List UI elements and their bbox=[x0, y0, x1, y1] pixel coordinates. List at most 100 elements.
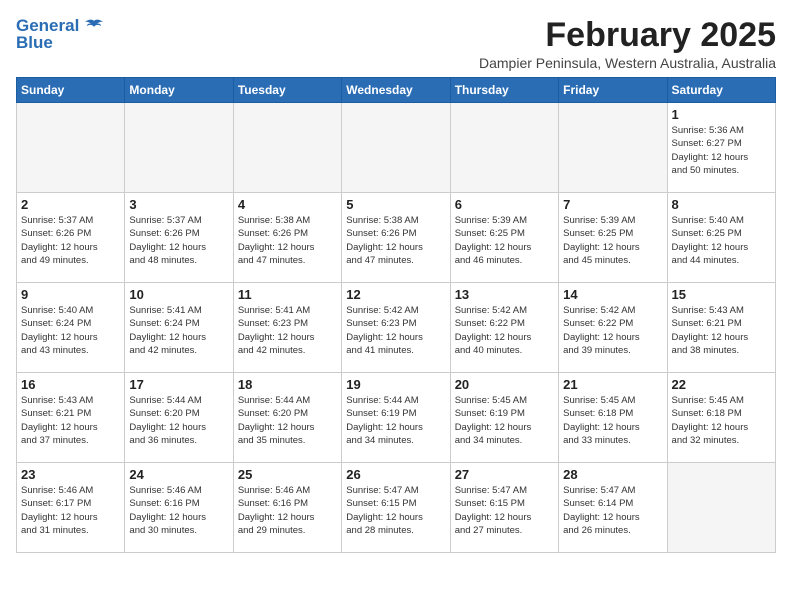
day-number: 23 bbox=[21, 467, 120, 482]
calendar-cell: 22 Sunrise: 5:45 AM Sunset: 6:18 PM Dayli… bbox=[667, 373, 775, 463]
day-info: Sunrise: 5:47 AM Sunset: 6:14 PM Dayligh… bbox=[563, 484, 662, 537]
day-number: 17 bbox=[129, 377, 228, 392]
calendar-week-row: 16 Sunrise: 5:43 AM Sunset: 6:21 PM Dayli… bbox=[17, 373, 776, 463]
day-info: Sunrise: 5:45 AM Sunset: 6:19 PM Dayligh… bbox=[455, 394, 554, 447]
day-number: 6 bbox=[455, 197, 554, 212]
day-number: 20 bbox=[455, 377, 554, 392]
day-info: Sunrise: 5:44 AM Sunset: 6:19 PM Dayligh… bbox=[346, 394, 445, 447]
calendar-cell: 17 Sunrise: 5:44 AM Sunset: 6:20 PM Dayli… bbox=[125, 373, 233, 463]
weekday-header: Thursday bbox=[450, 78, 558, 103]
day-info: Sunrise: 5:39 AM Sunset: 6:25 PM Dayligh… bbox=[455, 214, 554, 267]
day-info: Sunrise: 5:41 AM Sunset: 6:24 PM Dayligh… bbox=[129, 304, 228, 357]
calendar-cell: 3Sunrise: 5:37 AM Sunset: 6:26 PM Daylig… bbox=[125, 193, 233, 283]
day-info: Sunrise: 5:36 AM Sunset: 6:27 PM Dayligh… bbox=[672, 124, 771, 177]
calendar-cell: 4 Sunrise: 5:38 AM Sunset: 6:26 PM Daylig… bbox=[233, 193, 341, 283]
day-number: 3 bbox=[129, 197, 228, 212]
day-number: 15 bbox=[672, 287, 771, 302]
day-number: 7 bbox=[563, 197, 662, 212]
day-number: 18 bbox=[238, 377, 337, 392]
calendar-cell: 14 Sunrise: 5:42 AM Sunset: 6:22 PM Dayli… bbox=[559, 283, 667, 373]
calendar-cell: 1 Sunrise: 5:36 AM Sunset: 6:27 PM Daylig… bbox=[667, 103, 775, 193]
weekday-header: Tuesday bbox=[233, 78, 341, 103]
day-info: Sunrise: 5:41 AM Sunset: 6:23 PM Dayligh… bbox=[238, 304, 337, 357]
weekday-header: Monday bbox=[125, 78, 233, 103]
calendar-cell: 15 Sunrise: 5:43 AM Sunset: 6:21 PM Dayli… bbox=[667, 283, 775, 373]
logo: General Blue bbox=[16, 16, 103, 53]
calendar-cell: 2 Sunrise: 5:37 AM Sunset: 6:26 PM Daylig… bbox=[17, 193, 125, 283]
day-number: 24 bbox=[129, 467, 228, 482]
logo-blue: Blue bbox=[16, 33, 53, 52]
calendar-cell: 11 Sunrise: 5:41 AM Sunset: 6:23 PM Dayli… bbox=[233, 283, 341, 373]
weekday-header: Saturday bbox=[667, 78, 775, 103]
day-number: 4 bbox=[238, 197, 337, 212]
day-number: 19 bbox=[346, 377, 445, 392]
weekday-header: Friday bbox=[559, 78, 667, 103]
day-info: Sunrise: 5:43 AM Sunset: 6:21 PM Dayligh… bbox=[672, 304, 771, 357]
day-number: 27 bbox=[455, 467, 554, 482]
calendar-cell: 5 Sunrise: 5:38 AM Sunset: 6:26 PM Daylig… bbox=[342, 193, 450, 283]
calendar-cell: 20 Sunrise: 5:45 AM Sunset: 6:19 PM Dayli… bbox=[450, 373, 558, 463]
logo-bird-icon bbox=[85, 19, 103, 35]
day-number: 12 bbox=[346, 287, 445, 302]
day-number: 22 bbox=[672, 377, 771, 392]
calendar-cell bbox=[125, 103, 233, 193]
day-number: 21 bbox=[563, 377, 662, 392]
day-info: Sunrise: 5:38 AM Sunset: 6:26 PM Dayligh… bbox=[238, 214, 337, 267]
calendar-cell: 24Sunrise: 5:46 AM Sunset: 6:16 PM Dayli… bbox=[125, 463, 233, 553]
day-number: 26 bbox=[346, 467, 445, 482]
day-info: Sunrise: 5:45 AM Sunset: 6:18 PM Dayligh… bbox=[672, 394, 771, 447]
calendar-week-row: 2 Sunrise: 5:37 AM Sunset: 6:26 PM Daylig… bbox=[17, 193, 776, 283]
day-number: 13 bbox=[455, 287, 554, 302]
calendar-cell: 8Sunrise: 5:40 AM Sunset: 6:25 PM Daylig… bbox=[667, 193, 775, 283]
calendar-header-row: SundayMondayTuesdayWednesdayThursdayFrid… bbox=[17, 78, 776, 103]
day-number: 10 bbox=[129, 287, 228, 302]
day-number: 5 bbox=[346, 197, 445, 212]
day-number: 2 bbox=[21, 197, 120, 212]
calendar-cell: 13 Sunrise: 5:42 AM Sunset: 6:22 PM Dayli… bbox=[450, 283, 558, 373]
calendar-table: SundayMondayTuesdayWednesdayThursdayFrid… bbox=[16, 77, 776, 553]
weekday-header: Sunday bbox=[17, 78, 125, 103]
calendar-cell: 27 Sunrise: 5:47 AM Sunset: 6:15 PM Dayli… bbox=[450, 463, 558, 553]
title-section: February 2025 Dampier Peninsula, Western… bbox=[479, 16, 776, 71]
day-info: Sunrise: 5:46 AM Sunset: 6:16 PM Dayligh… bbox=[238, 484, 337, 537]
calendar-cell: 7 Sunrise: 5:39 AM Sunset: 6:25 PM Daylig… bbox=[559, 193, 667, 283]
calendar-cell bbox=[233, 103, 341, 193]
calendar-cell bbox=[667, 463, 775, 553]
calendar-cell: 19 Sunrise: 5:44 AM Sunset: 6:19 PM Dayli… bbox=[342, 373, 450, 463]
day-info: Sunrise: 5:44 AM Sunset: 6:20 PM Dayligh… bbox=[129, 394, 228, 447]
calendar-cell: 21Sunrise: 5:45 AM Sunset: 6:18 PM Dayli… bbox=[559, 373, 667, 463]
calendar-cell: 12 Sunrise: 5:42 AM Sunset: 6:23 PM Dayli… bbox=[342, 283, 450, 373]
day-number: 14 bbox=[563, 287, 662, 302]
day-info: Sunrise: 5:44 AM Sunset: 6:20 PM Dayligh… bbox=[238, 394, 337, 447]
calendar-week-row: 9 Sunrise: 5:40 AM Sunset: 6:24 PM Daylig… bbox=[17, 283, 776, 373]
day-info: Sunrise: 5:42 AM Sunset: 6:23 PM Dayligh… bbox=[346, 304, 445, 357]
day-info: Sunrise: 5:40 AM Sunset: 6:24 PM Dayligh… bbox=[21, 304, 120, 357]
day-number: 9 bbox=[21, 287, 120, 302]
calendar-cell: 25 Sunrise: 5:46 AM Sunset: 6:16 PM Dayli… bbox=[233, 463, 341, 553]
day-info: Sunrise: 5:43 AM Sunset: 6:21 PM Dayligh… bbox=[21, 394, 120, 447]
day-info: Sunrise: 5:42 AM Sunset: 6:22 PM Dayligh… bbox=[563, 304, 662, 357]
subtitle: Dampier Peninsula, Western Australia, Au… bbox=[479, 55, 776, 71]
day-number: 25 bbox=[238, 467, 337, 482]
calendar-cell bbox=[342, 103, 450, 193]
day-info: Sunrise: 5:38 AM Sunset: 6:26 PM Dayligh… bbox=[346, 214, 445, 267]
weekday-header: Wednesday bbox=[342, 78, 450, 103]
calendar-cell: 16 Sunrise: 5:43 AM Sunset: 6:21 PM Dayli… bbox=[17, 373, 125, 463]
day-info: Sunrise: 5:37 AM Sunset: 6:26 PM Dayligh… bbox=[21, 214, 120, 267]
calendar-cell: 6 Sunrise: 5:39 AM Sunset: 6:25 PM Daylig… bbox=[450, 193, 558, 283]
day-number: 1 bbox=[672, 107, 771, 122]
day-info: Sunrise: 5:42 AM Sunset: 6:22 PM Dayligh… bbox=[455, 304, 554, 357]
day-number: 28 bbox=[563, 467, 662, 482]
day-number: 16 bbox=[21, 377, 120, 392]
day-info: Sunrise: 5:39 AM Sunset: 6:25 PM Dayligh… bbox=[563, 214, 662, 267]
calendar-cell: 18 Sunrise: 5:44 AM Sunset: 6:20 PM Dayli… bbox=[233, 373, 341, 463]
calendar-cell: 10 Sunrise: 5:41 AM Sunset: 6:24 PM Dayli… bbox=[125, 283, 233, 373]
calendar-week-row: 1 Sunrise: 5:36 AM Sunset: 6:27 PM Daylig… bbox=[17, 103, 776, 193]
calendar-week-row: 23 Sunrise: 5:46 AM Sunset: 6:17 PM Dayli… bbox=[17, 463, 776, 553]
calendar-cell bbox=[450, 103, 558, 193]
main-title: February 2025 bbox=[479, 16, 776, 55]
day-info: Sunrise: 5:47 AM Sunset: 6:15 PM Dayligh… bbox=[455, 484, 554, 537]
day-info: Sunrise: 5:46 AM Sunset: 6:17 PM Dayligh… bbox=[21, 484, 120, 537]
day-number: 11 bbox=[238, 287, 337, 302]
calendar-cell bbox=[17, 103, 125, 193]
